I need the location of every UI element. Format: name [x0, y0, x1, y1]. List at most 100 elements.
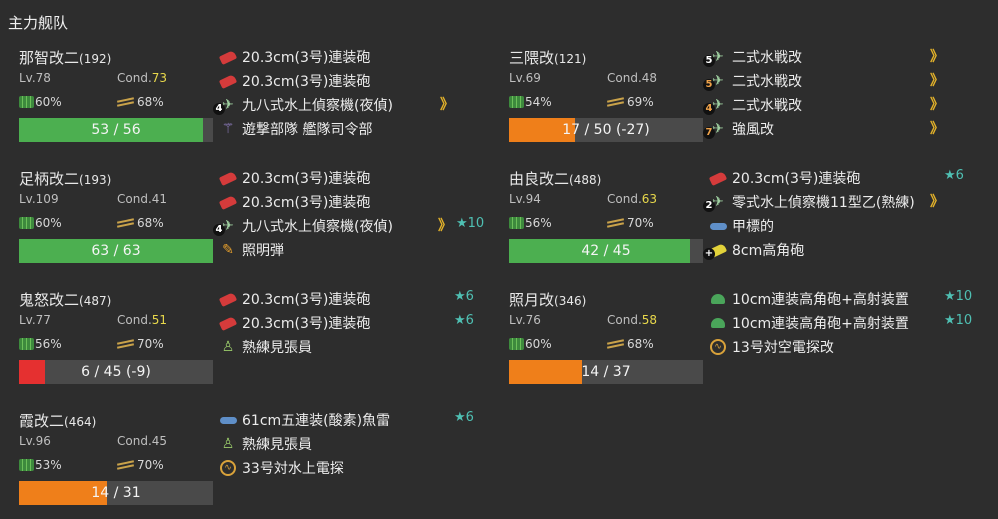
equipment-name: 熟練見張員	[242, 340, 312, 356]
equipment-slot[interactable]: ✈ 2 零式水上偵察機11型乙(熟練) 》	[703, 190, 978, 214]
ship-name: 照月改(346)	[509, 291, 587, 309]
equipment-slot[interactable]: 20.3cm(3号)連装砲 ★6	[218, 287, 488, 311]
ship-id: (488)	[569, 173, 602, 187]
ammo-status: 70%	[607, 216, 654, 230]
equipment-slot[interactable]: ♙ 熟練見張員	[218, 335, 488, 359]
equipment-slot[interactable]: ⚚ 遊撃部隊 艦隊司令部	[218, 117, 488, 141]
equipment-name: 遊撃部隊 艦隊司令部	[242, 122, 373, 138]
fuel-icon	[19, 96, 34, 108]
ammo-status: 68%	[117, 95, 164, 109]
ship-level: Lv.76	[509, 313, 541, 327]
equipment-slot[interactable]: 20.3cm(3号)連装砲	[218, 69, 488, 93]
equipment-name: 8cm高角砲	[732, 243, 805, 259]
equipment-slot[interactable]: ♙ 熟練見張員	[218, 432, 488, 456]
ship-card[interactable]: 那智改二(192) Lv.78 Cond.73 60% 68% 53 / 56	[19, 47, 219, 147]
ship-condition: Cond.73	[117, 71, 168, 85]
equipment-name: 九八式水上偵察機(夜偵)	[242, 98, 393, 114]
ammo-icon	[607, 340, 624, 348]
equipment-slot[interactable]: 61cm五連装(酸素)魚雷 ★6	[218, 408, 488, 432]
hp-text: 14 / 37	[581, 364, 631, 380]
equipment-slot[interactable]: 10cm連装高角砲+高射装置 ★10	[708, 287, 978, 311]
ship-card[interactable]: 照月改(346) Lv.76 Cond.58 60% 68% 14 / 37	[509, 289, 709, 389]
ship-condition: Cond.41	[117, 192, 168, 206]
ship-name: 三隈改(121)	[509, 49, 587, 67]
ship-condition: Cond.51	[117, 313, 168, 327]
improvement-level: ★10	[944, 313, 973, 328]
equipment-slot[interactable]: ✈ 4 九八式水上偵察機(夜偵) 》	[213, 93, 488, 117]
hp-bar: 53 / 56	[19, 118, 213, 142]
proficiency-chevron-icon: 》	[930, 97, 944, 113]
ammo-icon	[117, 340, 134, 348]
equipment-name: 二式水戦改	[732, 74, 802, 90]
improvement-level: ★6	[454, 410, 474, 425]
hp-bar: 6 / 45 (-9)	[19, 360, 213, 384]
equipment-slot[interactable]: 20.3cm(3号)連装砲	[218, 166, 488, 190]
ship-name: 由良改二(488)	[509, 170, 602, 188]
ship-level: Lv.96	[19, 434, 51, 448]
ship-id: (464)	[64, 415, 97, 429]
ammo-icon	[607, 219, 624, 227]
ship-card[interactable]: 由良改二(488) Lv.94 Cond.63 56% 70% 42 / 45	[509, 168, 709, 268]
equipment-slot[interactable]: ∿ 13号対空電探改	[708, 335, 978, 359]
main-gun-icon	[218, 193, 238, 211]
equipment-name: 20.3cm(3号)連装砲	[242, 292, 371, 308]
ship-name: 那智改二(192)	[19, 49, 112, 67]
equipment-slot[interactable]: ✈ 7 強風改》	[703, 117, 978, 141]
equipment-slot[interactable]: ✈ 5 二式水戦改》	[703, 45, 978, 69]
ship-card[interactable]: 足柄改二(193) Lv.109 Cond.41 60% 68% 63 / 63	[19, 168, 219, 268]
equipment-slot[interactable]: 20.3cm(3号)連装砲	[218, 45, 488, 69]
ship-id: (193)	[79, 173, 112, 187]
equipment-slot[interactable]: 20.3cm(3号)連装砲 ★6	[708, 166, 978, 190]
equipment-slot[interactable]: 20.3cm(3号)連装砲 ★6	[218, 311, 488, 335]
hp-bar: 42 / 45	[509, 239, 703, 263]
lookout-icon: ♙	[221, 436, 235, 452]
fuel-icon	[19, 217, 34, 229]
equipment-slot[interactable]: ∿ 33号対水上電探	[218, 456, 488, 480]
ammo-status: 68%	[117, 216, 164, 230]
equipment-name: 20.3cm(3号)連装砲	[242, 50, 371, 66]
equipment-name: 13号対空電探改	[732, 340, 834, 356]
ammo-icon	[607, 98, 624, 106]
ship-condition: Cond.58	[607, 313, 658, 327]
equipment-slot[interactable]: +8cm高角砲	[703, 238, 978, 262]
ammo-status: 70%	[117, 337, 164, 351]
main-gun-icon	[218, 290, 238, 308]
fuel-icon	[19, 338, 34, 350]
slot-count: 4	[213, 103, 225, 115]
slot-count: 5	[703, 55, 715, 67]
fuel-status: 60%	[19, 95, 62, 109]
hp-bar: 14 / 31	[19, 481, 213, 505]
proficiency-chevron-icon: 》	[438, 218, 452, 234]
equipment-slot[interactable]: 20.3cm(3号)連装砲	[218, 190, 488, 214]
ammo-icon	[117, 461, 134, 469]
ship-level: Lv.94	[509, 192, 541, 206]
equipment-name: 20.3cm(3号)連装砲	[242, 195, 371, 211]
ship-card[interactable]: 三隈改(121) Lv.69 Cond.48 54% 69% 17 / 50 (-27)	[509, 47, 709, 147]
hp-text: 6 / 45 (-9)	[81, 364, 151, 380]
equipment-name: 33号対水上電探	[242, 461, 344, 477]
ship-card[interactable]: 霞改二(464) Lv.96 Cond.45 53% 70% 14 / 31	[19, 410, 219, 510]
ammo-icon	[117, 98, 134, 106]
ship-name: 鬼怒改二(487)	[19, 291, 112, 309]
ship-level: Lv.77	[19, 313, 51, 327]
fuel-icon	[509, 217, 524, 229]
ammo-status: 68%	[607, 337, 654, 351]
equipment-slot[interactable]: 10cm連装高角砲+高射装置 ★10	[708, 311, 978, 335]
equipment-slot[interactable]: ✈ 4 二式水戦改》	[703, 93, 978, 117]
ship-id: (192)	[79, 52, 112, 66]
ship-level: Lv.109	[19, 192, 59, 206]
proficiency-chevron-icon: 》	[930, 73, 944, 89]
ship-name: 足柄改二(193)	[19, 170, 112, 188]
equipment-name: 九八式水上偵察機(夜偵)	[242, 219, 393, 235]
slot-count: 4	[213, 224, 225, 236]
hp-bar: 14 / 37	[509, 360, 703, 384]
ship-card[interactable]: 鬼怒改二(487) Lv.77 Cond.51 56% 70% 6 / 45 (-9)	[19, 289, 219, 389]
improvement-level: ★10	[944, 289, 973, 304]
fuel-status: 56%	[19, 337, 62, 351]
main-gun-icon	[218, 314, 238, 332]
equipment-slot[interactable]: ✎ 照明弾	[218, 238, 488, 262]
equipment-slot[interactable]: ✈ 4 九八式水上偵察機(夜偵) 》 ★10	[213, 214, 488, 238]
equipment-slot[interactable]: ✈ 5 二式水戦改》	[703, 69, 978, 93]
equipment-name: 強風改	[732, 122, 774, 138]
equipment-slot[interactable]: 甲標的	[708, 214, 978, 238]
